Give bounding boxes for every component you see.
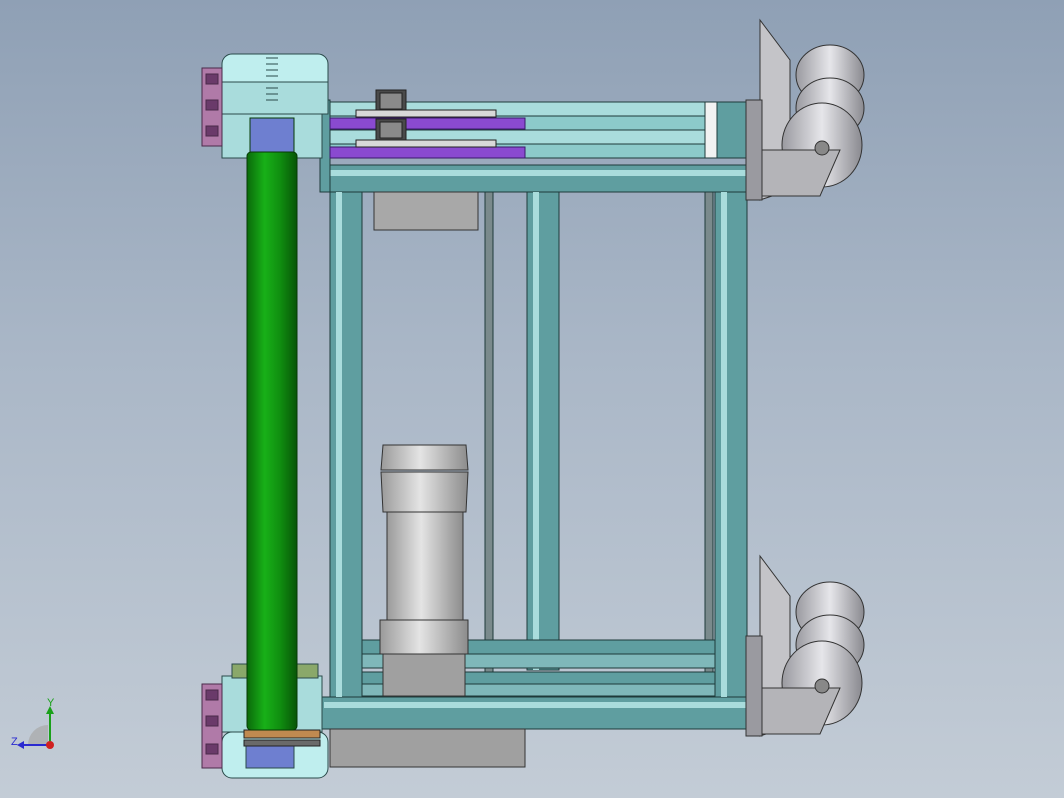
caster-top[interactable] — [745, 18, 865, 201]
sensor-block[interactable] — [373, 191, 479, 231]
cad-viewport[interactable]: Y Z — [0, 0, 1064, 798]
view-orientation-triad — [17, 706, 54, 749]
triad-y-label: Y — [47, 697, 55, 709]
drive-motor[interactable] — [379, 444, 469, 697]
green-roller[interactable] — [246, 117, 298, 731]
bottom-plate — [329, 728, 526, 768]
drive-chain — [243, 729, 321, 747]
bottom-mounting-bracket — [201, 683, 223, 769]
triad-origin — [46, 741, 54, 749]
caster-bottom[interactable] — [745, 554, 865, 737]
triad-z-label: Z — [11, 736, 18, 748]
top-mounting-bracket — [201, 67, 223, 147]
